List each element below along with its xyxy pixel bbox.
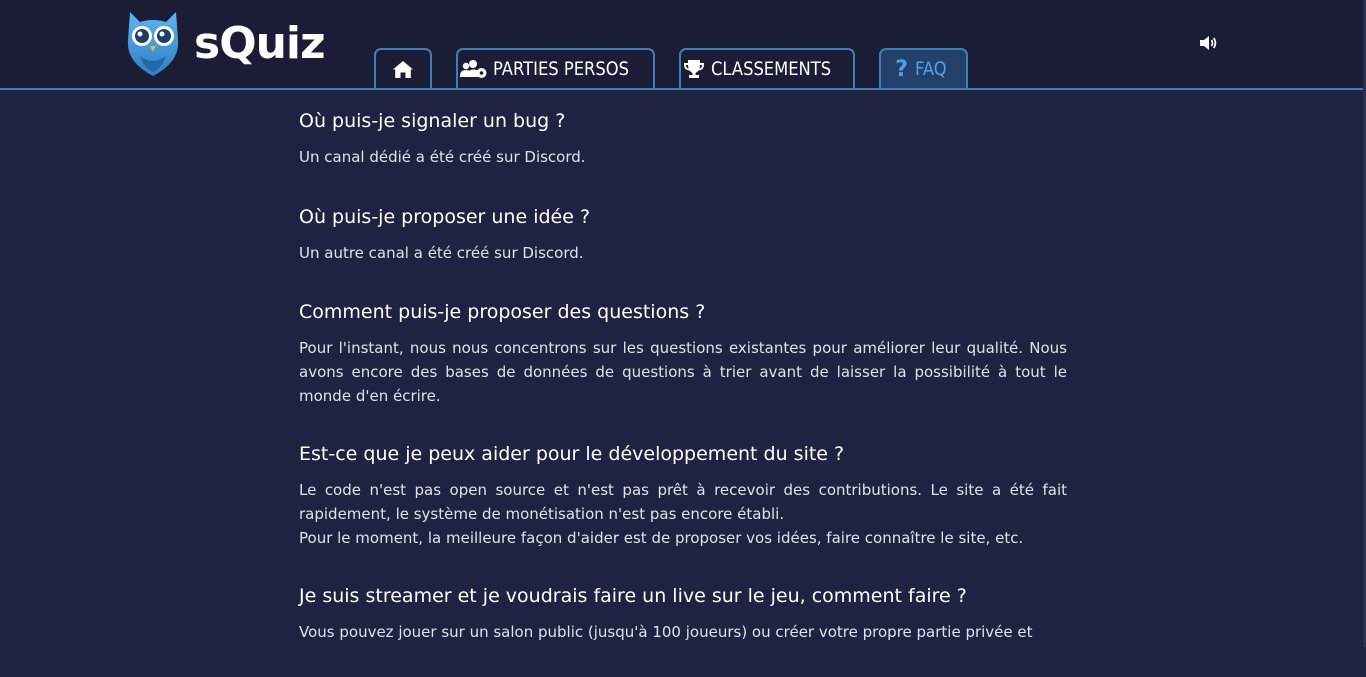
owl-icon xyxy=(126,10,180,76)
tab-home[interactable] xyxy=(374,48,432,88)
faq-answer: Vous pouvez jouer sur un salon public (j… xyxy=(299,623,1033,641)
faq-item: Où puis-je signaler un bug ? Un canal dé… xyxy=(299,108,1067,169)
faq-question: Où puis-je signaler un bug ? xyxy=(299,110,566,132)
faq-content: Où puis-je signaler un bug ? Un canal dé… xyxy=(299,108,1067,677)
tab-classements[interactable]: CLASSEMENTS xyxy=(679,48,855,88)
trophy-icon xyxy=(683,59,705,79)
brand-name: sQuiz xyxy=(194,18,326,69)
faq-answer: Pour l'instant, nous nous concentrons su… xyxy=(299,339,1067,405)
faq-question: Comment puis-je proposer des questions ? xyxy=(299,301,706,323)
faq-item: Comment puis-je proposer des questions ?… xyxy=(299,299,1067,408)
tab-label: PARTIES PERSOS xyxy=(492,58,629,80)
faq-item: Je suis streamer et je voudrais faire un… xyxy=(299,583,1067,644)
top-header: sQuiz PARTIES PERSOS CLASSEMENTS ? FAQ xyxy=(0,0,1366,90)
home-icon xyxy=(392,60,414,79)
users-cog-icon xyxy=(459,59,487,79)
faq-question: Où puis-je proposer une idée ? xyxy=(299,206,591,228)
faq-answer: Un autre canal a été créé sur Discord. xyxy=(299,244,584,262)
faq-answer: Un canal dédié a été créé sur Discord. xyxy=(299,148,586,166)
faq-item: Est-ce que je peux aider pour le dévelop… xyxy=(299,441,1067,550)
tab-faq[interactable]: ? FAQ xyxy=(879,48,968,88)
tab-parties-persos[interactable]: PARTIES PERSOS xyxy=(456,48,655,88)
volume-icon[interactable] xyxy=(1199,35,1218,55)
faq-item: Où puis-je proposer une idée ? Un autre … xyxy=(299,204,1067,265)
tab-label: CLASSEMENTS xyxy=(711,58,832,80)
tab-label: FAQ xyxy=(914,58,947,80)
faq-answer-continued: Pour le moment, la meilleure façon d'aid… xyxy=(299,529,1024,547)
faq-question: Je suis streamer et je voudrais faire un… xyxy=(299,585,967,607)
question-icon: ? xyxy=(895,56,908,82)
site-logo[interactable]: sQuiz xyxy=(126,10,326,76)
faq-question: Est-ce que je peux aider pour le dévelop… xyxy=(299,443,845,465)
faq-answer: Le code n'est pas open source et n'est p… xyxy=(299,481,1067,523)
